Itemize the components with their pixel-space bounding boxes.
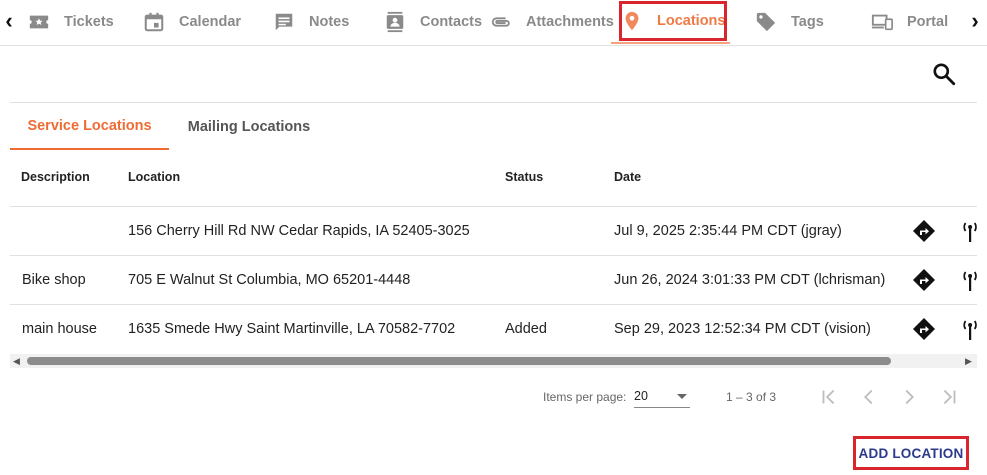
devices-icon bbox=[871, 14, 893, 31]
items-per-page-label: Items per page: bbox=[543, 390, 627, 404]
page-range-label: 1 – 3 of 3 bbox=[726, 390, 777, 404]
header-divider bbox=[10, 206, 977, 207]
top-tab-bar: ‹ Tickets Calendar Notes Contacts Attach… bbox=[0, 0, 987, 46]
paperclip-icon bbox=[491, 17, 510, 27]
column-header-description[interactable]: Description bbox=[21, 170, 90, 184]
antenna-signal-icon[interactable] bbox=[958, 317, 982, 341]
column-header-status[interactable]: Status bbox=[505, 170, 543, 184]
cell-description: Bike shop bbox=[22, 272, 86, 288]
card-divider bbox=[10, 102, 977, 103]
tab-calendar[interactable]: Calendar bbox=[143, 0, 241, 44]
items-per-page-value: 20 bbox=[634, 389, 648, 403]
tab-label: Contacts bbox=[420, 14, 483, 30]
previous-page-icon[interactable] bbox=[858, 386, 880, 408]
tab-tags[interactable]: Tags bbox=[755, 0, 824, 44]
calendar-icon bbox=[144, 12, 164, 32]
last-page-icon[interactable] bbox=[938, 386, 960, 408]
antenna-signal-icon[interactable] bbox=[958, 219, 982, 243]
row-divider bbox=[10, 304, 977, 305]
row-divider bbox=[10, 255, 977, 256]
antenna-signal-icon[interactable] bbox=[958, 268, 982, 292]
tab-label: Attachments bbox=[526, 14, 614, 30]
chevron-down-icon bbox=[677, 394, 687, 399]
cell-date: Jul 9, 2025 2:35:44 PM CDT (jgray) bbox=[614, 223, 842, 239]
column-header-location[interactable]: Location bbox=[128, 170, 180, 184]
first-page-icon[interactable] bbox=[818, 386, 840, 408]
scroll-right-arrow-icon[interactable]: ▶ bbox=[965, 356, 972, 366]
tab-label: Notes bbox=[309, 14, 350, 30]
cell-date: Sep 29, 2023 12:52:34 PM CDT (vision) bbox=[614, 321, 871, 337]
scrollbar-thumb[interactable] bbox=[27, 357, 891, 365]
tab-notes[interactable]: Notes bbox=[273, 0, 349, 44]
tab-service-locations[interactable]: Service Locations bbox=[10, 104, 169, 150]
ticket-icon bbox=[29, 15, 49, 29]
tab-tickets[interactable]: Tickets bbox=[28, 0, 114, 44]
search-icon[interactable] bbox=[931, 61, 957, 87]
locations-tab-highlight-box bbox=[619, 1, 727, 41]
column-header-date[interactable]: Date bbox=[614, 170, 641, 184]
tab-label: Tags bbox=[791, 14, 824, 30]
cell-location: 705 E Walnut St Columbia, MO 65201-4448 bbox=[128, 272, 411, 288]
scroll-left-arrow-icon[interactable]: ◀ bbox=[13, 356, 20, 366]
directions-icon[interactable] bbox=[912, 219, 936, 243]
tag-icon bbox=[756, 12, 776, 32]
tabs-scroll-left-button[interactable]: ‹ bbox=[2, 9, 16, 33]
tabs-scroll-right-button[interactable]: › bbox=[968, 9, 982, 33]
directions-icon[interactable] bbox=[912, 317, 936, 341]
tab-label: Portal bbox=[907, 14, 949, 30]
cell-location: 1635 Smede Hwy Saint Martinville, LA 705… bbox=[128, 321, 456, 337]
tab-attachments[interactable]: Attachments bbox=[490, 0, 614, 44]
tab-portal[interactable]: Portal bbox=[871, 0, 948, 44]
tab-contacts[interactable]: Contacts bbox=[384, 0, 482, 44]
contacts-icon bbox=[386, 11, 404, 33]
items-per-page-select[interactable]: 20 bbox=[634, 386, 690, 408]
tab-mailing-locations[interactable]: Mailing Locations bbox=[170, 104, 328, 150]
cell-location: 156 Cherry Hill Rd NW Cedar Rapids, IA 5… bbox=[128, 223, 470, 239]
add-location-button[interactable]: ADD LOCATION bbox=[853, 436, 969, 470]
tab-label: Tickets bbox=[64, 14, 114, 30]
tab-label: Calendar bbox=[179, 14, 242, 30]
cell-status: Added bbox=[505, 321, 547, 337]
directions-icon[interactable] bbox=[912, 268, 936, 292]
next-page-icon[interactable] bbox=[898, 386, 920, 408]
cell-description: main house bbox=[22, 321, 97, 337]
notes-icon bbox=[275, 13, 293, 31]
cell-date: Jun 26, 2024 3:01:33 PM CDT (lchrisman) bbox=[614, 272, 886, 288]
horizontal-scrollbar[interactable]: ◀ ▶ bbox=[10, 354, 977, 368]
